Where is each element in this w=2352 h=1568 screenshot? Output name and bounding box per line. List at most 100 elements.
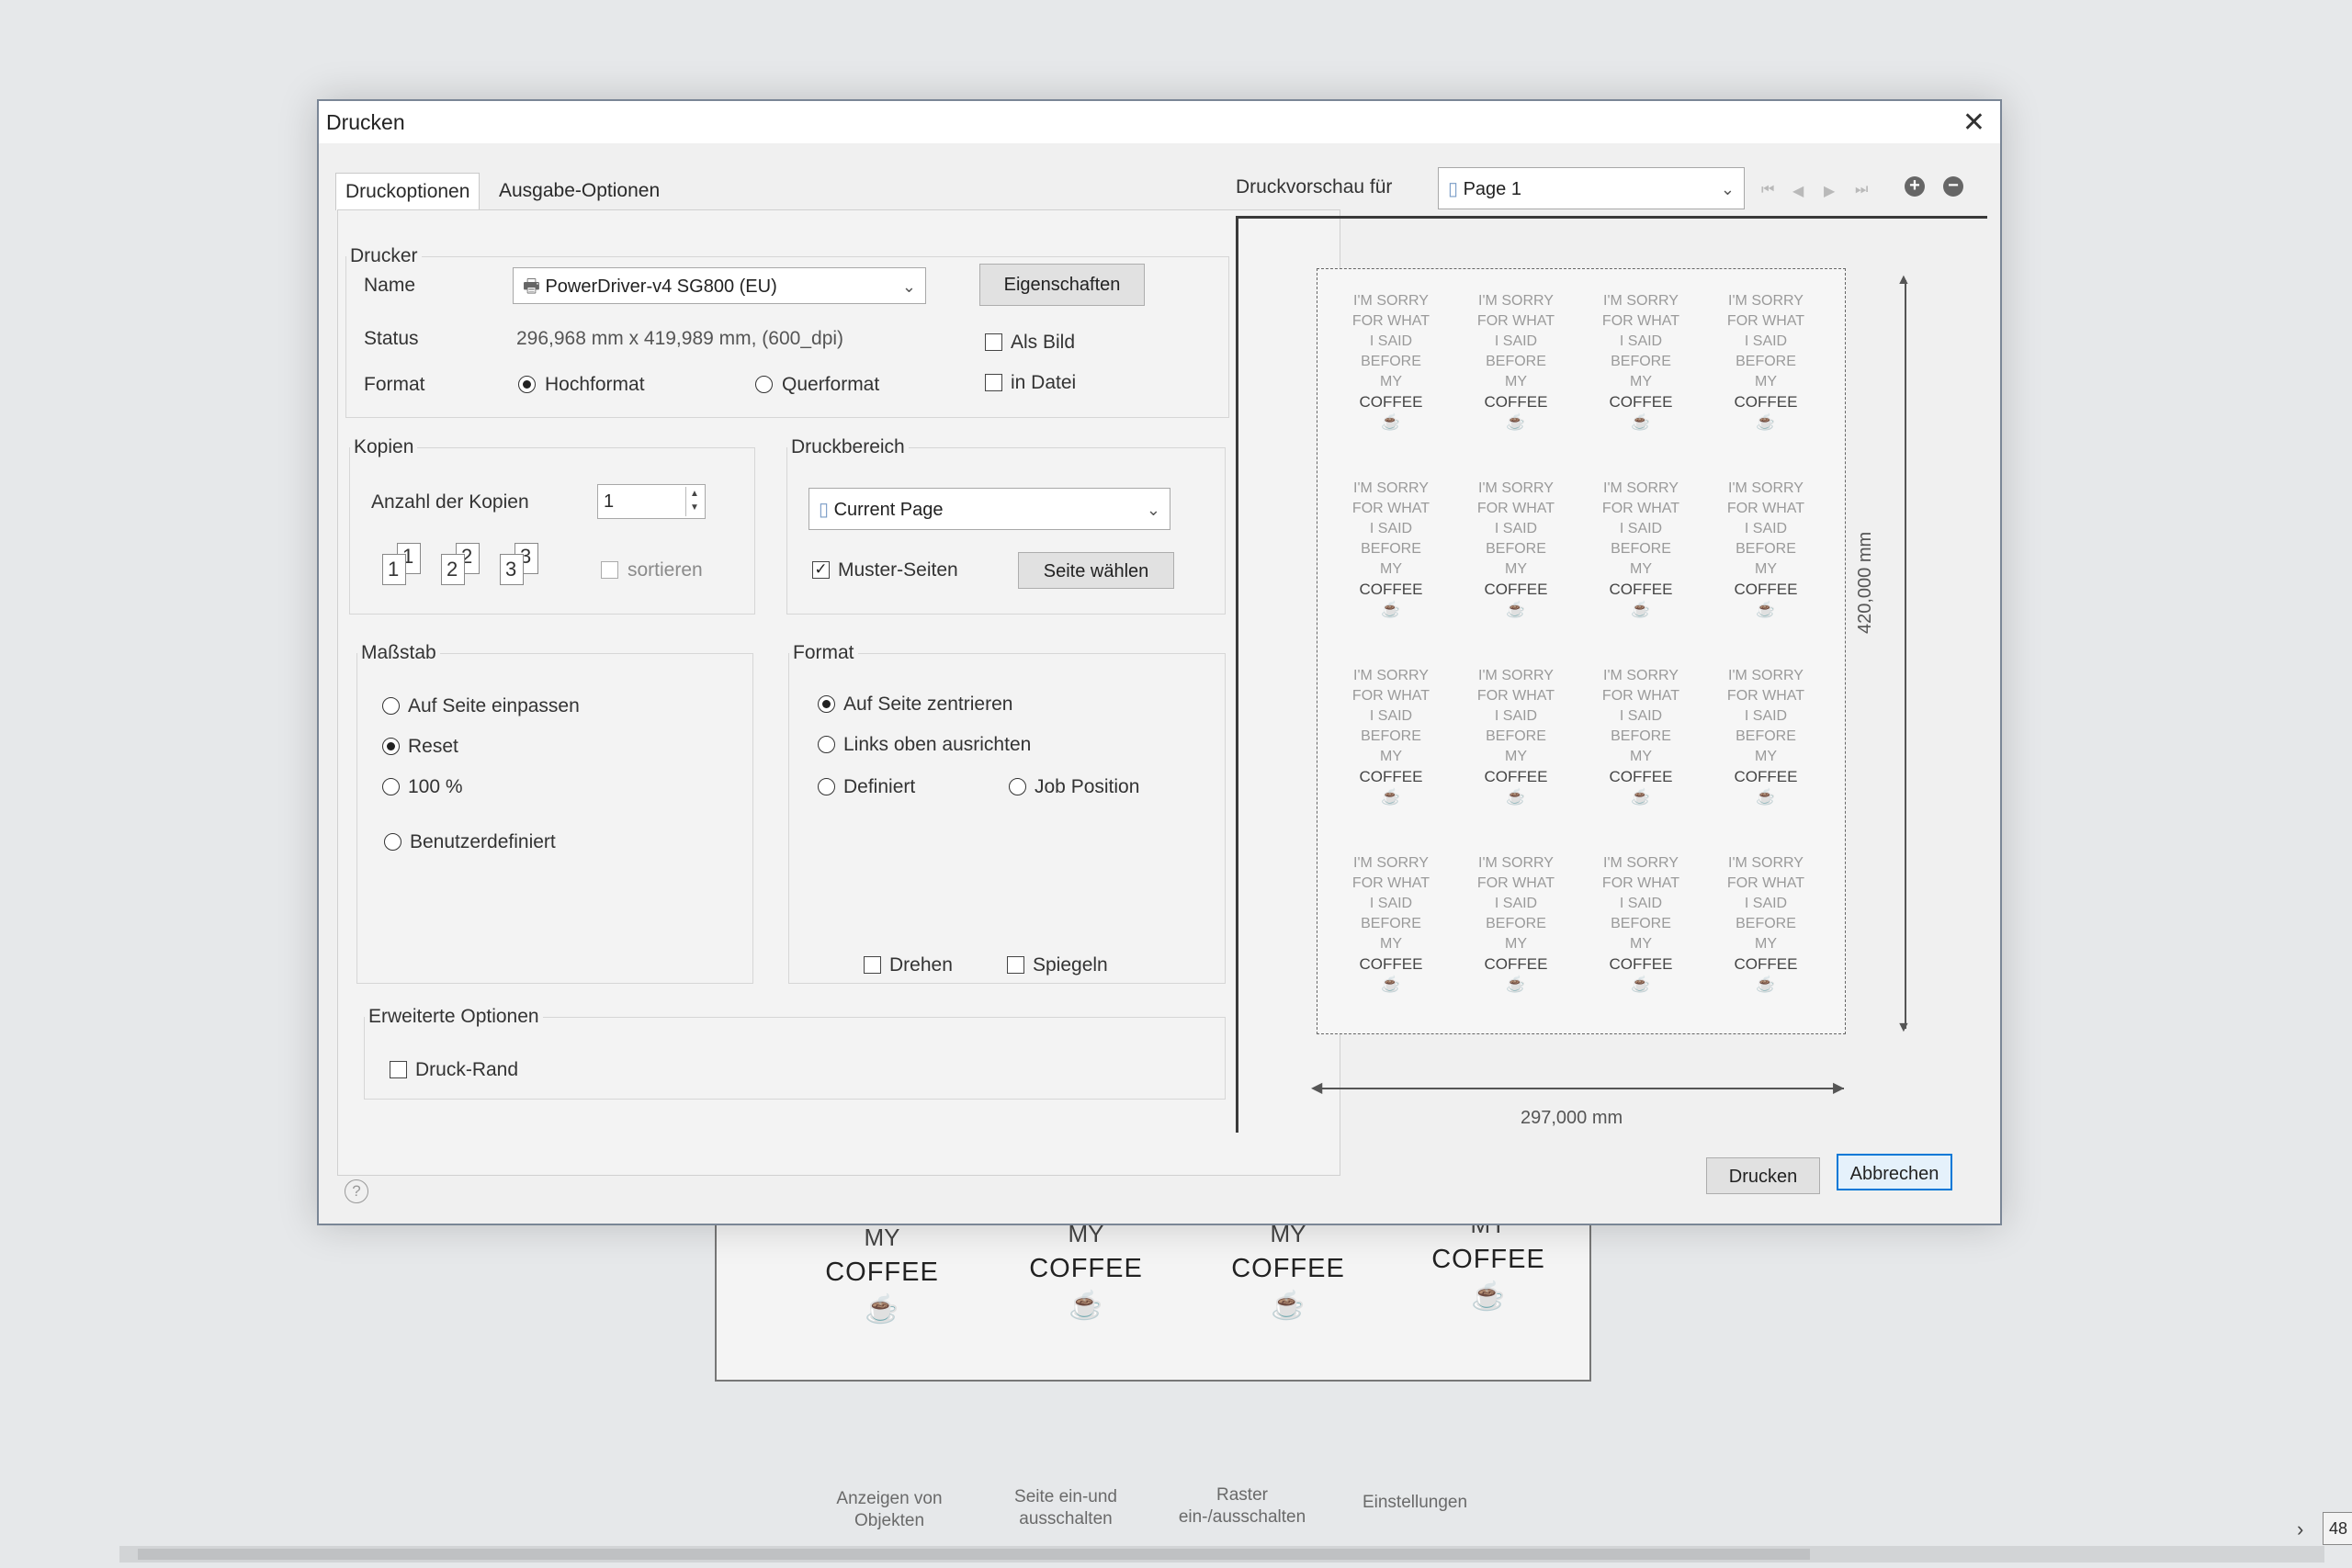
tab-print-options[interactable]: Druckoptionen (335, 173, 481, 210)
as-image-checkbox[interactable] (985, 333, 1002, 351)
sticker-text: I'M SORRY (1603, 293, 1679, 309)
properties-button[interactable]: Eigenschaften (979, 264, 1145, 306)
sticker-text: MY (1505, 936, 1527, 952)
sticker-text: I SAID (1494, 708, 1538, 724)
print-border-checkbox[interactable] (390, 1061, 407, 1078)
copies-stepper[interactable]: 1 ▲ ▼ (597, 484, 706, 519)
preview-label-sticker: I'M SORRY FOR WHAT I SAID BEFORE MY COFFEE ☕ (1461, 479, 1571, 620)
sticker-text: BEFORE (1361, 728, 1421, 744)
tab-output-options[interactable]: Ausgabe-Optionen (490, 173, 669, 209)
cancel-button[interactable]: Abbrechen (1837, 1154, 1952, 1190)
sticker-text: FOR WHAT (1601, 501, 1680, 516)
sticker-text: MY (1505, 749, 1527, 764)
range-value: Current Page (833, 500, 944, 520)
coffee-cup-icon: ☕ (1756, 788, 1776, 806)
coffee-cup-icon: ☕ (1381, 976, 1401, 993)
sticker-text: COFFEE (1484, 768, 1548, 785)
printer-select[interactable]: 🖶 PowerDriver-v4 SG800 (EU) ⌄ (513, 267, 926, 304)
arrow-right-icon: ▶ (1833, 1080, 1845, 1096)
sticker-text: I SAID (1494, 521, 1538, 536)
coffee-cup-icon: ☕ (1381, 413, 1401, 431)
sticker-text: I'M SORRY (1728, 293, 1804, 309)
collate-label: sortieren (628, 559, 703, 581)
chevron-down-icon: ⌄ (901, 277, 916, 296)
next-page-icon[interactable]: ▶ (1824, 182, 1835, 200)
sticker-text: I'M SORRY (1728, 668, 1804, 683)
last-page-icon[interactable]: ⏭ (1855, 182, 1868, 198)
sticker-text: BEFORE (1736, 541, 1796, 557)
center-radio[interactable] (818, 695, 835, 713)
sticker-text: FOR WHAT (1726, 688, 1805, 704)
tool-toggle-page[interactable]: Seite ein-und ausschalten (992, 1486, 1139, 1530)
sticker-text: MY (1505, 561, 1527, 577)
sticker-text: I'M SORRY (1478, 668, 1554, 683)
coffee-cup-icon: ☕ (1506, 788, 1526, 806)
tool-settings[interactable]: Einstellungen (1341, 1492, 1488, 1514)
help-icon[interactable]: ? (345, 1179, 368, 1203)
custom-scale-radio[interactable] (384, 833, 401, 851)
scrollbar-thumb[interactable] (138, 1549, 1810, 1560)
advanced-group: Erweiterte Optionen (364, 1006, 1226, 1100)
master-pages-checkbox[interactable]: ✓ (812, 561, 830, 579)
hundred-percent-radio[interactable] (382, 778, 400, 795)
preview-label: Druckvorschau für (1236, 176, 1393, 197)
preview-label-sticker: I'M SORRY FOR WHAT I SAID BEFORE MY COFFEE ☕ (1336, 291, 1446, 433)
title-bar: Drucken ✕ (319, 101, 2000, 143)
canvas-label: MY COFFEE ☕ (781, 1224, 983, 1325)
coffee-cup-icon: ☕ (1471, 1281, 1506, 1312)
dialog-title: Drucken (326, 110, 405, 134)
chevron-right-icon[interactable]: › (2297, 1517, 2303, 1541)
job-position-radio[interactable] (1009, 778, 1026, 795)
landscape-radio[interactable] (755, 376, 773, 393)
fit-page-radio[interactable] (382, 697, 400, 715)
previous-page-icon[interactable]: ◀ (1792, 182, 1804, 200)
tool-toggle-grid[interactable]: Raster ein-/ausschalten (1169, 1484, 1316, 1529)
coffee-cup-icon: ☕ (1506, 601, 1526, 618)
sticker-text: MY (1380, 936, 1402, 952)
sticker-text: I SAID (1744, 333, 1788, 349)
print-button[interactable]: Drucken (1706, 1157, 1820, 1194)
scale-legend: Maßstab (361, 642, 436, 663)
select-page-button[interactable]: Seite wählen (1018, 552, 1174, 589)
collate-checkbox[interactable] (601, 561, 618, 579)
sticker-text: I SAID (1744, 896, 1788, 911)
zoom-in-icon[interactable]: + (1905, 176, 1925, 197)
print-range-legend: Druckbereich (791, 436, 905, 457)
sticker-text: COFFEE (1734, 581, 1798, 598)
horizontal-scrollbar[interactable] (119, 1546, 2324, 1562)
zoom-field[interactable]: 48 (2323, 1512, 2352, 1545)
preview-label-sticker: I'M SORRY FOR WHAT I SAID BEFORE MY COFFEE ☕ (1586, 666, 1696, 807)
preview-label-sticker: I'M SORRY FOR WHAT I SAID BEFORE MY COFFEE ☕ (1461, 666, 1571, 807)
preview-page-select[interactable]: ▯ Page 1 ⌄ (1438, 167, 1745, 209)
top-left-radio[interactable] (818, 736, 835, 753)
copies-value: 1 (604, 491, 615, 512)
first-page-icon[interactable]: ⏮ (1761, 182, 1774, 198)
coffee-cup-icon: ☕ (1631, 601, 1651, 618)
preview-label-sticker: I'M SORRY FOR WHAT I SAID BEFORE MY COFFEE ☕ (1336, 666, 1446, 807)
sticker-text: FOR WHAT (1726, 501, 1805, 516)
canvas-label: MY COFFEE ☕ (1187, 1220, 1389, 1322)
stepper-arrows-icon[interactable]: ▲ ▼ (685, 487, 703, 516)
sticker-text: MY (1380, 561, 1402, 577)
range-select[interactable]: ▯ Current Page ⌄ (808, 488, 1170, 530)
scale-group: Maßstab (356, 642, 753, 984)
close-icon[interactable]: ✕ (1962, 107, 1985, 139)
hundred-percent-label: 100 % (408, 776, 463, 797)
to-file-checkbox[interactable] (985, 374, 1002, 391)
portrait-radio[interactable] (518, 376, 536, 393)
page-icon: ▯ (819, 500, 834, 520)
arrow-left-icon: ◀ (1311, 1080, 1323, 1096)
sticker-text: COFFEE (1359, 955, 1423, 973)
zoom-out-icon[interactable]: − (1943, 176, 1963, 197)
landscape-label: Querformat (782, 374, 880, 395)
tool-show-objects[interactable]: Anzeigen von Objekten (816, 1488, 963, 1532)
defined-radio[interactable] (818, 778, 835, 795)
copy-set-3-icon: 3 3 (492, 543, 542, 589)
sticker-text: MY (1755, 374, 1777, 389)
reset-radio[interactable] (382, 738, 400, 755)
copies-count-label: Anzahl der Kopien (371, 491, 529, 513)
mirror-checkbox[interactable] (1007, 956, 1024, 974)
canvas-label: MY COFFEE ☕ (1387, 1211, 1589, 1313)
label-my: MY (864, 1224, 900, 1251)
rotate-checkbox[interactable] (864, 956, 881, 974)
